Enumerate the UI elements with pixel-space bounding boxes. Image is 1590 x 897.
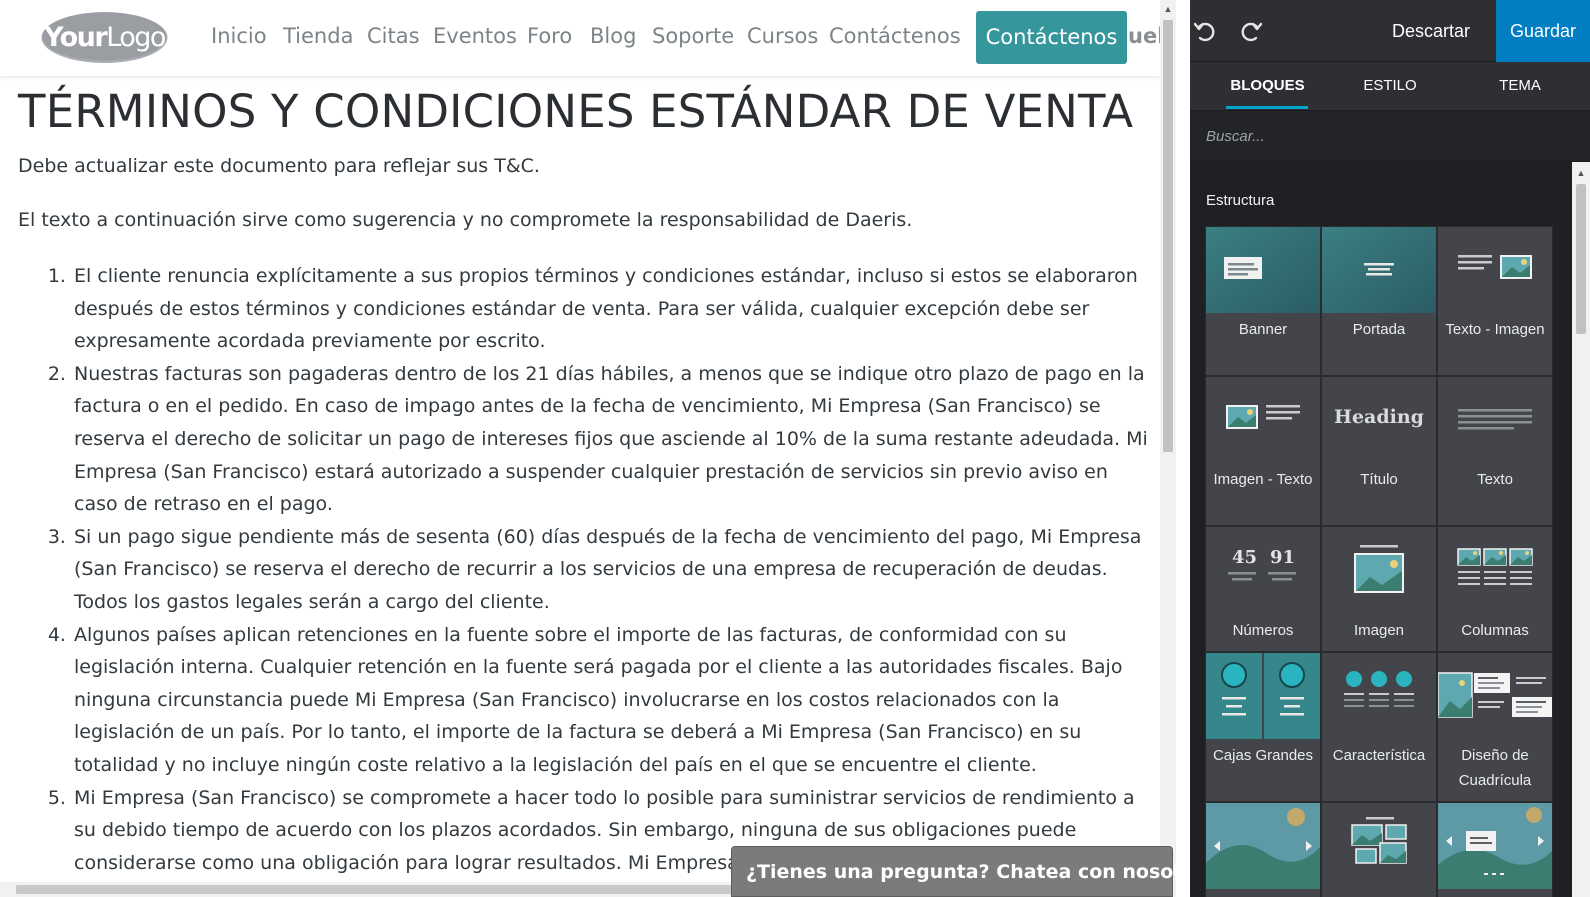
block-label: Diseño de Cuadrícula (1458, 747, 1532, 789)
block-cover[interactable]: Portada (1321, 226, 1437, 376)
columns-icon (1457, 548, 1533, 585)
slider-icon (1438, 803, 1552, 889)
scroll-up-icon[interactable]: ▲ (1163, 4, 1173, 14)
block-columns[interactable]: Columnas (1437, 526, 1553, 652)
nav-link-soporte[interactable]: Soporte (652, 24, 734, 48)
block-gallery[interactable] (1321, 802, 1437, 897)
grid-layout-icon (1438, 672, 1552, 718)
nav-link-blog[interactable]: Blog (590, 24, 636, 48)
undo-icon[interactable] (1190, 16, 1220, 46)
big-boxes-icon (1206, 653, 1320, 739)
tab-blocks[interactable]: BLOQUES (1210, 62, 1325, 110)
numbers-icon: 45 91 (1206, 527, 1320, 613)
blocks-list: Estructura Banner Portada Texto - Imagen… (1190, 162, 1572, 897)
heading-icon: Heading (1334, 406, 1424, 428)
terms-list: El cliente renuncia explícitamente a sus… (18, 260, 1150, 879)
page-title: TÉRMINOS Y CONDICIONES ESTÁNDAR DE VENTA (18, 85, 1134, 138)
screen: YourLogo Inicio Tienda Citas Eventos For… (0, 0, 1590, 897)
block-label: Imagen (1353, 622, 1405, 639)
live-chat-button[interactable]: ¿Tienes una pregunta? Chatea con nosotro… (731, 846, 1223, 897)
gallery-icon (1351, 817, 1407, 864)
save-button[interactable]: Guardar (1496, 0, 1590, 62)
panel-scrollbar[interactable]: ▲ (1572, 162, 1590, 897)
nav-link-foro[interactable]: Foro (527, 24, 572, 48)
nav-link-tienda[interactable]: Tienda (283, 24, 353, 48)
block-image[interactable]: Imagen (1321, 526, 1437, 652)
block-big-boxes[interactable]: Cajas Grandes (1205, 652, 1321, 802)
text-image-icon (1458, 255, 1532, 279)
page-content: TÉRMINOS Y CONDICIONES ESTÁNDAR DE VENTA… (18, 80, 1150, 879)
terms-item: Si un pago sigue pendiente más de sesent… (72, 521, 1150, 619)
cover-icon (1322, 227, 1436, 313)
contact-cta-button[interactable]: Contáctenos (976, 11, 1127, 64)
block-heading[interactable]: Heading Título (1321, 376, 1437, 526)
block-label: Cajas Grandes (1212, 747, 1314, 764)
block-label: Números (1232, 622, 1294, 639)
banner-icon (1206, 227, 1320, 313)
block-label: Imagen - Texto (1213, 471, 1313, 488)
user-menu[interactable]: uel A (1128, 24, 1160, 48)
editor-tabs: BLOQUES ESTILO TEMA (1190, 62, 1590, 110)
terms-item: Nuestras facturas son pagaderas dentro d… (72, 358, 1150, 521)
block-label: Texto - Imagen (1445, 321, 1545, 338)
block-grid-layout[interactable]: Diseño de Cuadrícula (1437, 652, 1553, 802)
block-features[interactable]: Característica (1321, 652, 1437, 802)
nav-link-cursos[interactable]: Cursos (747, 24, 818, 48)
terms-item: Algunos países aplican retenciones en la… (72, 619, 1150, 782)
block-search (1190, 110, 1590, 162)
section-title-structure: Estructura (1206, 192, 1275, 209)
nav-link-eventos[interactable]: Eventos (433, 24, 517, 48)
block-label: Texto (1477, 471, 1513, 488)
image-text-icon (1226, 405, 1300, 429)
editor-panel: Descartar Guardar BLOQUES ESTILO TEMA Es… (1190, 0, 1590, 897)
nav-link-inicio[interactable]: Inicio (211, 24, 267, 48)
block-numbers[interactable]: 45 91 Números (1205, 526, 1321, 652)
tab-style[interactable]: ESTILO (1335, 62, 1445, 110)
redo-icon[interactable] (1236, 16, 1266, 46)
website-scroll-thumb[interactable] (1163, 20, 1173, 452)
website-preview: YourLogo Inicio Tienda Citas Eventos For… (0, 0, 1160, 882)
logo-bold: Your (44, 22, 108, 53)
text-icon (1458, 409, 1532, 430)
logo-light: Logo (106, 22, 166, 53)
image-icon (1354, 545, 1404, 593)
nav-link-citas[interactable]: Citas (367, 24, 420, 48)
intro-paragraph-1: Debe actualizar este documento para refl… (18, 155, 540, 177)
block-banner[interactable]: Banner (1205, 226, 1321, 376)
top-navbar: YourLogo Inicio Tienda Citas Eventos For… (0, 0, 1160, 76)
terms-item: El cliente renuncia explícitamente a sus… (72, 260, 1150, 358)
logo-text: YourLogo (40, 11, 169, 64)
block-label: Título (1360, 471, 1398, 488)
nav-link-contactenos[interactable]: Contáctenos (829, 24, 961, 48)
block-label: Portada (1352, 321, 1406, 338)
block-text[interactable]: Texto (1437, 376, 1553, 526)
carousel-icon (1206, 803, 1320, 889)
block-label: Banner (1238, 321, 1288, 338)
block-label: Columnas (1461, 622, 1529, 639)
panel-scroll-up-icon[interactable]: ▲ (1576, 168, 1586, 178)
panel-scroll-thumb[interactable] (1576, 184, 1586, 334)
block-carousel[interactable] (1205, 802, 1321, 897)
editor-toolbar: Descartar Guardar (1190, 0, 1590, 62)
active-tab-indicator (1226, 106, 1308, 109)
block-slider[interactable] (1437, 802, 1553, 897)
block-image-text[interactable]: Imagen - Texto (1205, 376, 1321, 526)
features-icon (1344, 671, 1414, 707)
website-vertical-scrollbar[interactable]: ▲ ▼ (1160, 0, 1176, 882)
intro-paragraph-2: El texto a continuación sirve como suger… (18, 209, 913, 231)
discard-button[interactable]: Descartar (1376, 0, 1486, 62)
block-text-image[interactable]: Texto - Imagen (1437, 226, 1553, 376)
block-search-input[interactable] (1190, 111, 1590, 161)
tab-theme[interactable]: TEMA (1465, 62, 1575, 110)
block-label: Característica (1332, 747, 1426, 764)
